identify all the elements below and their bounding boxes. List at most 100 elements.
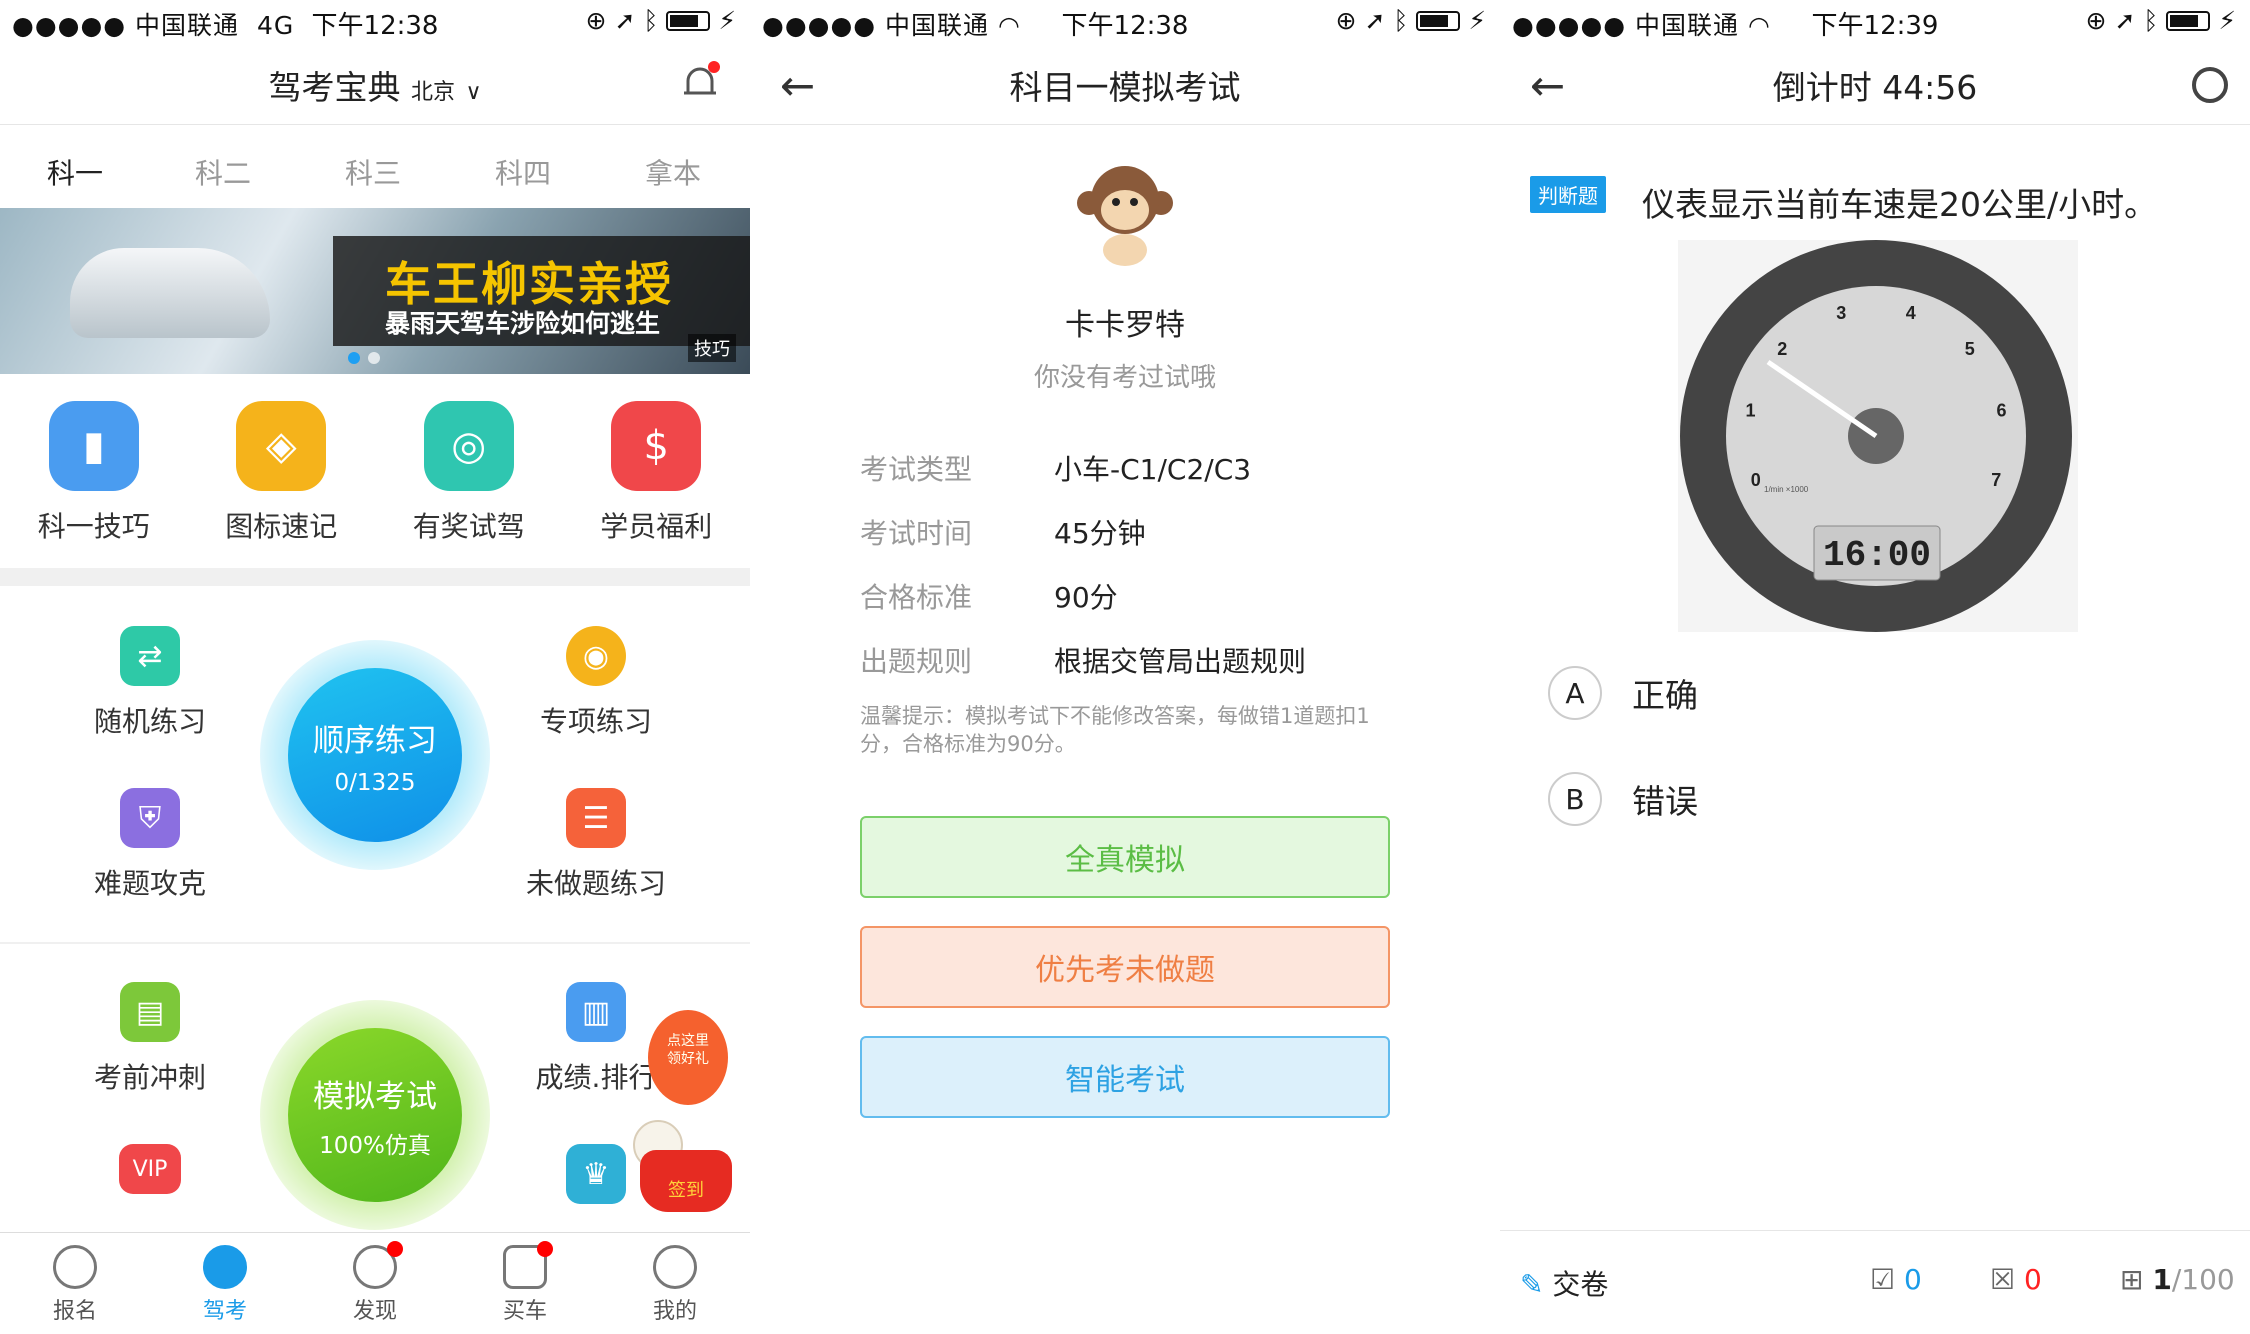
quick-entry-signs[interactable]: ◈ 图标速记 bbox=[188, 395, 376, 545]
info-value: 45分钟 bbox=[1054, 517, 1146, 550]
user-name: 卡卡罗特 bbox=[1065, 308, 1185, 343]
pager-dot[interactable] bbox=[368, 352, 380, 364]
tab-subject-4[interactable]: 科四 bbox=[473, 152, 573, 192]
bluetooth-icon: ᛒ bbox=[2143, 6, 2159, 35]
chevron-down-icon[interactable]: ∨ bbox=[465, 80, 481, 105]
tab-driving-test[interactable]: 驾考 bbox=[150, 1233, 300, 1334]
battery-icon bbox=[666, 10, 711, 31]
tab-register[interactable]: 报名 bbox=[0, 1233, 150, 1334]
trophy-icon: ♛ bbox=[566, 1144, 626, 1204]
quick-entry-label: 科一技巧 bbox=[37, 510, 150, 543]
banner-pager bbox=[348, 352, 380, 364]
user-status: 你没有考过试哦 bbox=[1033, 363, 1216, 393]
special-practice-label: 专项练习 bbox=[539, 705, 652, 738]
tab-discover[interactable]: 发现 bbox=[300, 1233, 450, 1334]
info-row: 出题规则 根据交管局出题规则 bbox=[860, 640, 1306, 680]
smart-exam-button[interactable]: 智能考试 bbox=[860, 1036, 1390, 1118]
option-b[interactable]: B 错误 bbox=[1548, 772, 1698, 826]
tab-get-license[interactable]: 拿本 bbox=[623, 152, 723, 192]
undone-practice[interactable]: ☰ 未做题练习 bbox=[496, 788, 696, 902]
submit-button[interactable]: ✎ 交卷 bbox=[1520, 1263, 1608, 1303]
mock-exam-title: 模拟考试 bbox=[313, 1078, 437, 1115]
tab-subject-2[interactable]: 科二 bbox=[173, 152, 273, 192]
tab-buy-car[interactable]: 买车 bbox=[450, 1233, 600, 1334]
tab-label: 我的 bbox=[652, 1299, 697, 1324]
info-key: 合格标准 bbox=[860, 581, 973, 614]
vip-badge-label: VIP bbox=[132, 1156, 168, 1182]
tab-subject-1[interactable]: 科一 bbox=[25, 152, 125, 214]
home-screen: ●●●●● 中国联通 4G 下午12:38 ⊕ ➚ ᛒ ⚡ 驾考宝典 北京 ∨ 科一 … bbox=[0, 0, 750, 1334]
pre-exam-sprint[interactable]: ▤ 考前冲刺 bbox=[50, 982, 250, 1096]
question-progress[interactable]: ⊞ 1/100 bbox=[2120, 1263, 2235, 1296]
option-key: A bbox=[1548, 666, 1602, 720]
wrong-count-value: 0 bbox=[2024, 1263, 2042, 1296]
promo-balloon: 点这里 领好礼 bbox=[648, 1010, 728, 1105]
promo-banner[interactable]: 车王柳实亲授 暴雨天驾车涉险如何逃生 技巧 bbox=[0, 208, 750, 374]
location-icon: ➚ bbox=[614, 6, 636, 35]
correct-count: ☑ 0 bbox=[1870, 1263, 1922, 1296]
status-bar: ●●●●● 中国联通 4G 下午12:38 ⊕ ➚ ᛒ ⚡ bbox=[0, 0, 750, 41]
random-practice[interactable]: ⇄ 随机练习 bbox=[50, 626, 250, 740]
tab-label: 买车 bbox=[502, 1299, 547, 1324]
info-value: 90分 bbox=[1054, 581, 1118, 614]
money-bag-icon: $ bbox=[611, 401, 702, 491]
tab-label: 报名 bbox=[52, 1299, 97, 1324]
hard-questions[interactable]: ⛨ 难题攻克 bbox=[50, 788, 250, 902]
city-selector[interactable]: 北京 bbox=[411, 80, 455, 105]
quick-entry-test-drive[interactable]: ◎ 有奖试驾 bbox=[375, 395, 563, 545]
correct-count-value: 0 bbox=[1904, 1263, 1922, 1296]
full-simulation-button[interactable]: 全真模拟 bbox=[860, 816, 1390, 898]
mock-exam-core: 模拟考试 100%仿真 bbox=[288, 1028, 462, 1202]
bluetooth-icon: ᛒ bbox=[1393, 6, 1409, 35]
exam-tip: 温馨提示：模拟考试下不能修改答案，每做错1道题扣1分，合格标准为90分。 bbox=[860, 704, 1370, 756]
nav-bar: ← 倒计时 44:56 bbox=[1500, 45, 2250, 125]
special-practice[interactable]: ◉ 专项练习 bbox=[496, 626, 696, 740]
banner-badge: 技巧 bbox=[688, 334, 736, 362]
mock-exam-button[interactable]: 模拟考试 100%仿真 bbox=[260, 1000, 490, 1230]
sign-in-promo[interactable]: 点这里 领好礼 签到 bbox=[628, 1010, 733, 1212]
option-key: B bbox=[1548, 772, 1602, 826]
lock-icon: ⊕ bbox=[2085, 6, 2107, 35]
hard-questions-label: 难题攻克 bbox=[93, 867, 206, 900]
quick-entry-label: 学员福利 bbox=[600, 510, 713, 543]
edit-icon: ✎ bbox=[1520, 1268, 1544, 1301]
gear-icon[interactable] bbox=[2192, 67, 2228, 103]
notification-bell[interactable] bbox=[678, 61, 722, 105]
info-row: 考试时间 45分钟 bbox=[860, 512, 1146, 552]
charging-icon: ⚡ bbox=[1468, 6, 1486, 35]
undone-first-button[interactable]: 优先考未做题 bbox=[860, 926, 1390, 1008]
quick-entry-welfare[interactable]: $ 学员福利 bbox=[563, 395, 751, 545]
person-icon bbox=[653, 1245, 697, 1289]
gauge-unit: 1/min ×1000 bbox=[1764, 485, 1809, 494]
progress-total: /100 bbox=[2171, 1263, 2235, 1296]
monkey-avatar-icon bbox=[1077, 166, 1173, 266]
target-icon: ◉ bbox=[566, 626, 626, 686]
status-bar: ●●●●● 中国联通 ◠ 下午12:38 ⊕ ➚ ᛒ ⚡ bbox=[750, 0, 1500, 41]
lock-icon: ⊕ bbox=[1335, 6, 1357, 35]
info-value: 小车-C1/C2/C3 bbox=[1054, 453, 1252, 486]
battery-icon bbox=[1416, 10, 1461, 31]
vip-entry[interactable]: VIP bbox=[50, 1144, 250, 1194]
promo-line-1: 点这里 bbox=[667, 1033, 709, 1049]
tab-label: 发现 bbox=[352, 1299, 397, 1324]
order-practice-button[interactable]: 顺序练习 0/1325 bbox=[260, 640, 490, 870]
pager-dot[interactable] bbox=[348, 352, 360, 364]
gauge-tick-label: 2 bbox=[1777, 339, 1787, 359]
car-image bbox=[70, 248, 270, 338]
info-row: 合格标准 90分 bbox=[860, 576, 1118, 616]
option-a[interactable]: A 正确 bbox=[1548, 666, 1698, 720]
shuffle-icon: ⇄ bbox=[120, 626, 180, 686]
grid-icon: ⊞ bbox=[2120, 1263, 2144, 1296]
promo-sign-label: 签到 bbox=[668, 1180, 704, 1201]
tab-subject-3[interactable]: 科三 bbox=[323, 152, 423, 192]
digital-clock-text: 16:00 bbox=[1823, 535, 1931, 576]
page-title: 科目一模拟考试 bbox=[1009, 68, 1241, 107]
book-open-icon: ▤ bbox=[120, 982, 180, 1042]
app-title-group[interactable]: 驾考宝典 北京 ∨ bbox=[0, 61, 750, 109]
submit-label: 交卷 bbox=[1552, 1268, 1609, 1301]
option-text: 正确 bbox=[1632, 676, 1698, 715]
option-text: 错误 bbox=[1632, 782, 1698, 821]
order-practice-title: 顺序练习 bbox=[313, 722, 437, 759]
tab-profile[interactable]: 我的 bbox=[600, 1233, 750, 1334]
quick-entry-tips[interactable]: ▮ 科一技巧 bbox=[0, 395, 188, 545]
